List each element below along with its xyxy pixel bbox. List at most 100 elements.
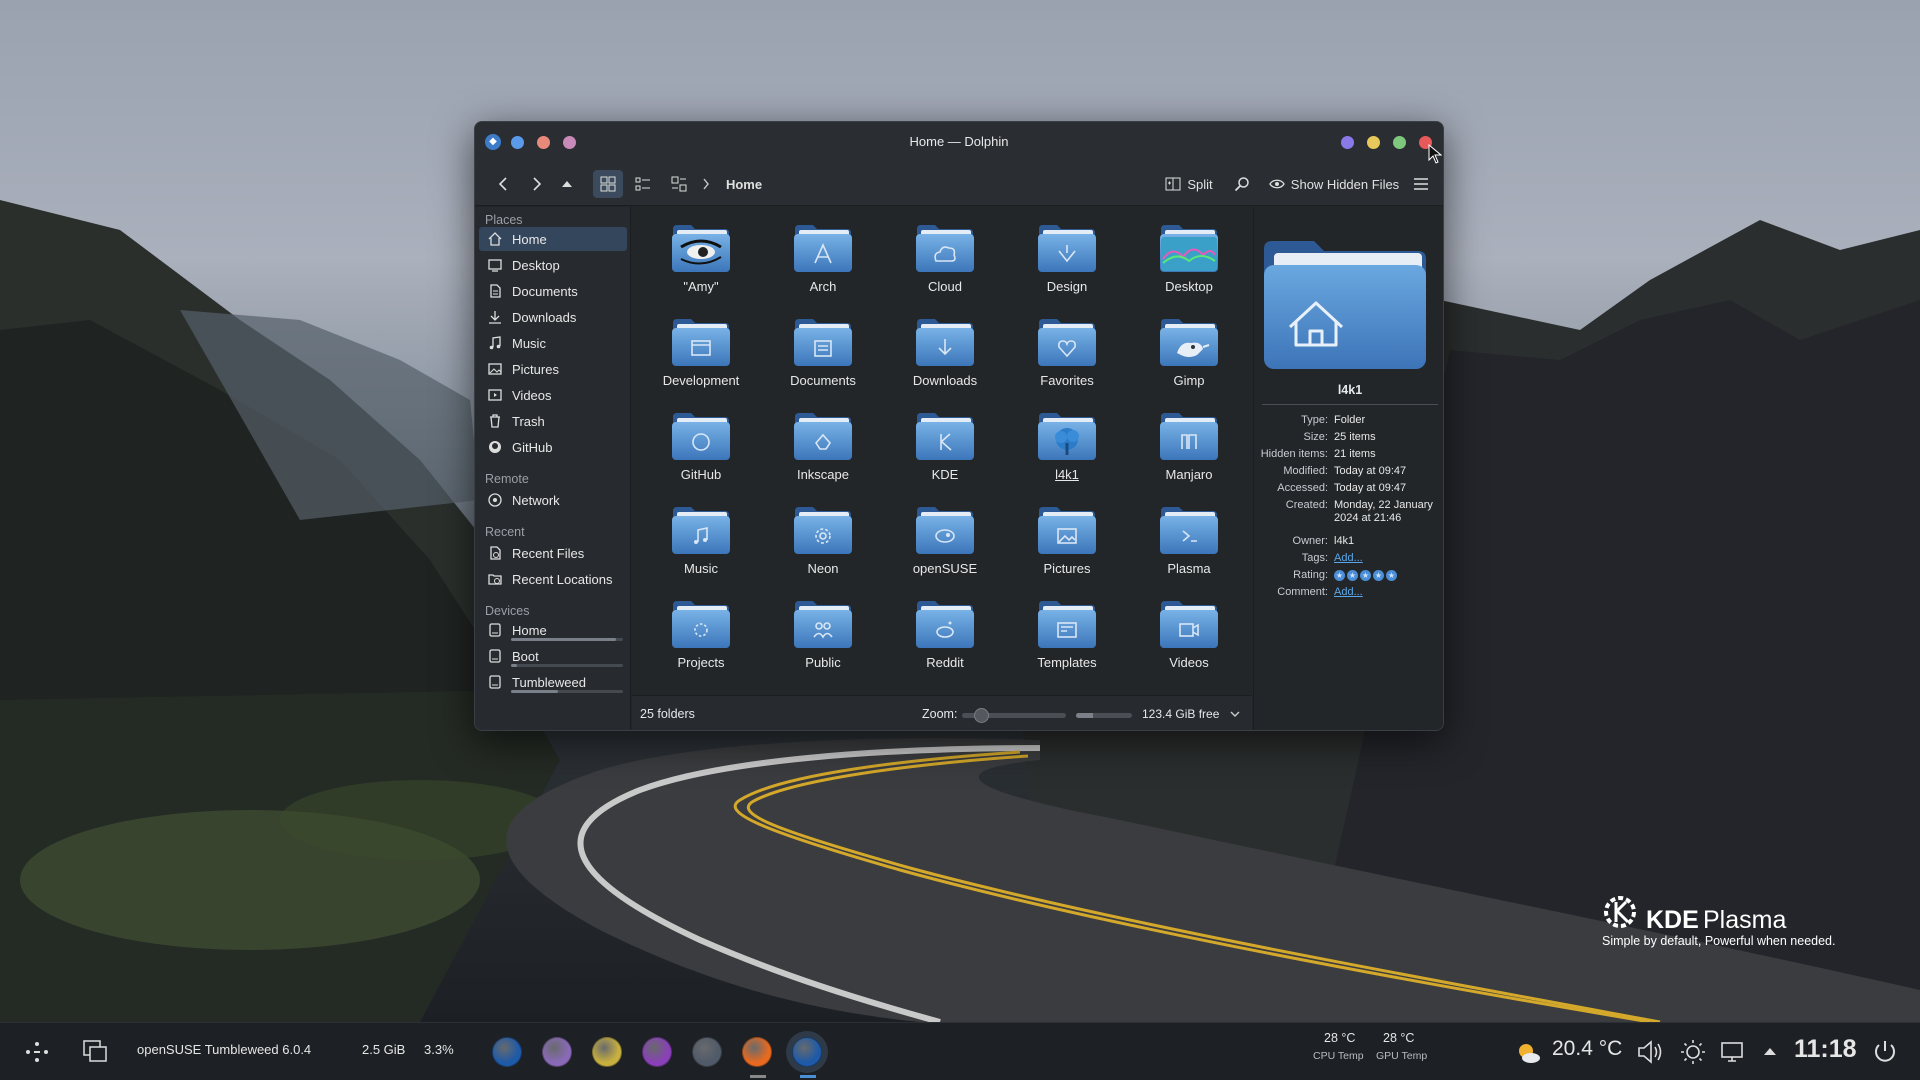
sidebar-item-home[interactable]: Home	[479, 618, 627, 642]
sidebar-item-pictures[interactable]: Pictures	[479, 357, 627, 381]
taskbar-app-icon[interactable]	[642, 1037, 672, 1067]
compact-view-button[interactable]	[629, 170, 657, 198]
folder-item[interactable]: l4k1	[1006, 403, 1128, 493]
info-value[interactable]: Add...	[1334, 552, 1440, 565]
up-button[interactable]	[555, 170, 579, 198]
taskbar-app-icon[interactable]	[792, 1037, 822, 1067]
info-value: Today at 09:47	[1334, 482, 1407, 494]
folder-item[interactable]: Favorites	[1006, 309, 1128, 399]
taskbar-app-icon[interactable]	[492, 1037, 522, 1067]
sidebar-item-trash[interactable]: Trash	[479, 409, 627, 433]
sidebar-section-header: Recent	[485, 525, 525, 539]
folder-item[interactable]: Pictures	[1006, 497, 1128, 587]
folder-item[interactable]: Documents	[762, 309, 884, 399]
pager-icon[interactable]	[82, 1039, 108, 1063]
drive-icon	[487, 622, 503, 638]
sidebar-item-downloads[interactable]: Downloads	[479, 305, 627, 329]
folder-grid: "Amy" Arch Cloud Design Desktop Development Do…	[632, 207, 1252, 695]
folder-item[interactable]: Public	[762, 591, 884, 681]
sidebar-item-documents[interactable]: Documents	[479, 279, 627, 303]
folder-item[interactable]: Plasma	[1128, 497, 1250, 587]
folder-item[interactable]: Manjaro	[1128, 403, 1250, 493]
folder-item[interactable]: Neon	[762, 497, 884, 587]
sidebar-item-network[interactable]: Network	[479, 488, 627, 512]
folder-item[interactable]: Arch	[762, 215, 884, 305]
system-tray-expand-icon[interactable]	[1762, 1045, 1778, 1057]
sidebar-item-music[interactable]: Music	[479, 331, 627, 355]
clock[interactable]: 11:18	[1794, 1035, 1857, 1064]
folder-item[interactable]: Gimp	[1128, 309, 1250, 399]
split-label: Split	[1187, 176, 1213, 192]
taskbar-app-icon[interactable]	[592, 1037, 622, 1067]
taskbar-app-icon[interactable]	[542, 1037, 572, 1067]
pictures-icon	[487, 361, 503, 377]
keep-above-button[interactable]	[1341, 136, 1354, 149]
maximize-button[interactable]	[1393, 136, 1406, 149]
folder-item[interactable]: "Amy"	[640, 215, 762, 305]
folder-item[interactable]: Reddit	[884, 591, 1006, 681]
folder-label: Cloud	[928, 279, 962, 294]
folder-item[interactable]: Development	[640, 309, 762, 399]
application-launcher-icon[interactable]	[24, 1040, 50, 1064]
folder-label: Pictures	[1043, 561, 1091, 576]
icons-view-button[interactable]	[593, 170, 623, 198]
device-usage-bar	[511, 690, 623, 693]
brightness-icon[interactable]	[1680, 1039, 1706, 1065]
forward-button[interactable]	[523, 170, 549, 198]
info-value[interactable]: Add...	[1334, 586, 1440, 599]
sidebar-item-label: Documents	[512, 283, 578, 299]
sidebar-item-recent-files[interactable]: Recent Files	[479, 541, 627, 565]
display-config-icon[interactable]	[1720, 1039, 1746, 1065]
sidebar-item-tumbleweed[interactable]: Tumbleweed	[479, 670, 627, 694]
search-button[interactable]	[1229, 170, 1255, 198]
folder-item[interactable]: Projects	[640, 591, 762, 681]
sidebar-item-desktop[interactable]: Desktop	[479, 253, 627, 277]
folder-item[interactable]: Inkscape	[762, 403, 884, 493]
folder-item[interactable]: Templates	[1006, 591, 1128, 681]
volume-icon[interactable]	[1636, 1039, 1666, 1065]
folder-item[interactable]: Cloud	[884, 215, 1006, 305]
dolphin-window[interactable]: ◆ Home — Dolphin Home Split Show Hidden …	[474, 121, 1444, 731]
titlebar[interactable]: ◆ Home — Dolphin	[475, 122, 1443, 162]
folder-label: Design	[1046, 279, 1088, 294]
sidebar-item-boot[interactable]: Boot	[479, 644, 627, 668]
info-row: Size: 25 items	[1254, 431, 1443, 444]
folder-item[interactable]: Desktop	[1128, 215, 1250, 305]
zoom-slider-handle[interactable]	[973, 708, 989, 723]
breadcrumb-home[interactable]: Home	[719, 170, 769, 198]
desktop-icon	[487, 257, 503, 273]
sidebar-item-home[interactable]: Home	[479, 227, 627, 251]
folder-icon	[794, 507, 852, 554]
sidebar-item-github[interactable]: GitHub	[479, 435, 627, 459]
split-button[interactable]: Split	[1161, 170, 1217, 198]
menu-button[interactable]	[1407, 170, 1435, 198]
folder-item[interactable]: Design	[1006, 215, 1128, 305]
folder-label: openSUSE	[912, 561, 978, 576]
zoom-slider[interactable]	[962, 708, 1066, 723]
chevron-down-icon[interactable]	[1230, 710, 1240, 718]
weather-temp[interactable]: 20.4 °C	[1552, 1037, 1622, 1061]
minimize-button[interactable]	[1367, 136, 1380, 149]
info-value: Today at 09:47	[1334, 465, 1407, 477]
details-view-button[interactable]	[665, 170, 693, 198]
folder-label: Plasma	[1167, 561, 1211, 576]
power-icon[interactable]	[1871, 1038, 1899, 1066]
folder-item[interactable]: KDE	[884, 403, 1006, 493]
sidebar-item-videos[interactable]: Videos	[479, 383, 627, 407]
folder-item[interactable]: openSUSE	[884, 497, 1006, 587]
weather-icon[interactable]	[1514, 1039, 1542, 1065]
show-hidden-files-button[interactable]: Show Hidden Files	[1267, 170, 1401, 198]
folder-icon	[1038, 507, 1096, 554]
network-icon	[487, 492, 503, 508]
folder-item[interactable]: GitHub	[640, 403, 762, 493]
folder-item[interactable]: Videos	[1128, 591, 1250, 681]
rating-stars[interactable]: ★ ★ ★ ★ ★	[1334, 569, 1440, 582]
folder-label: Gimp	[1173, 373, 1205, 388]
taskbar-app-icon[interactable]	[742, 1037, 772, 1067]
sidebar-item-recent-locations[interactable]: Recent Locations	[479, 567, 627, 591]
folder-item[interactable]: Downloads	[884, 309, 1006, 399]
taskbar-app-icon[interactable]	[692, 1037, 722, 1067]
music-icon	[487, 335, 503, 351]
back-button[interactable]	[491, 170, 517, 198]
folder-item[interactable]: Music	[640, 497, 762, 587]
